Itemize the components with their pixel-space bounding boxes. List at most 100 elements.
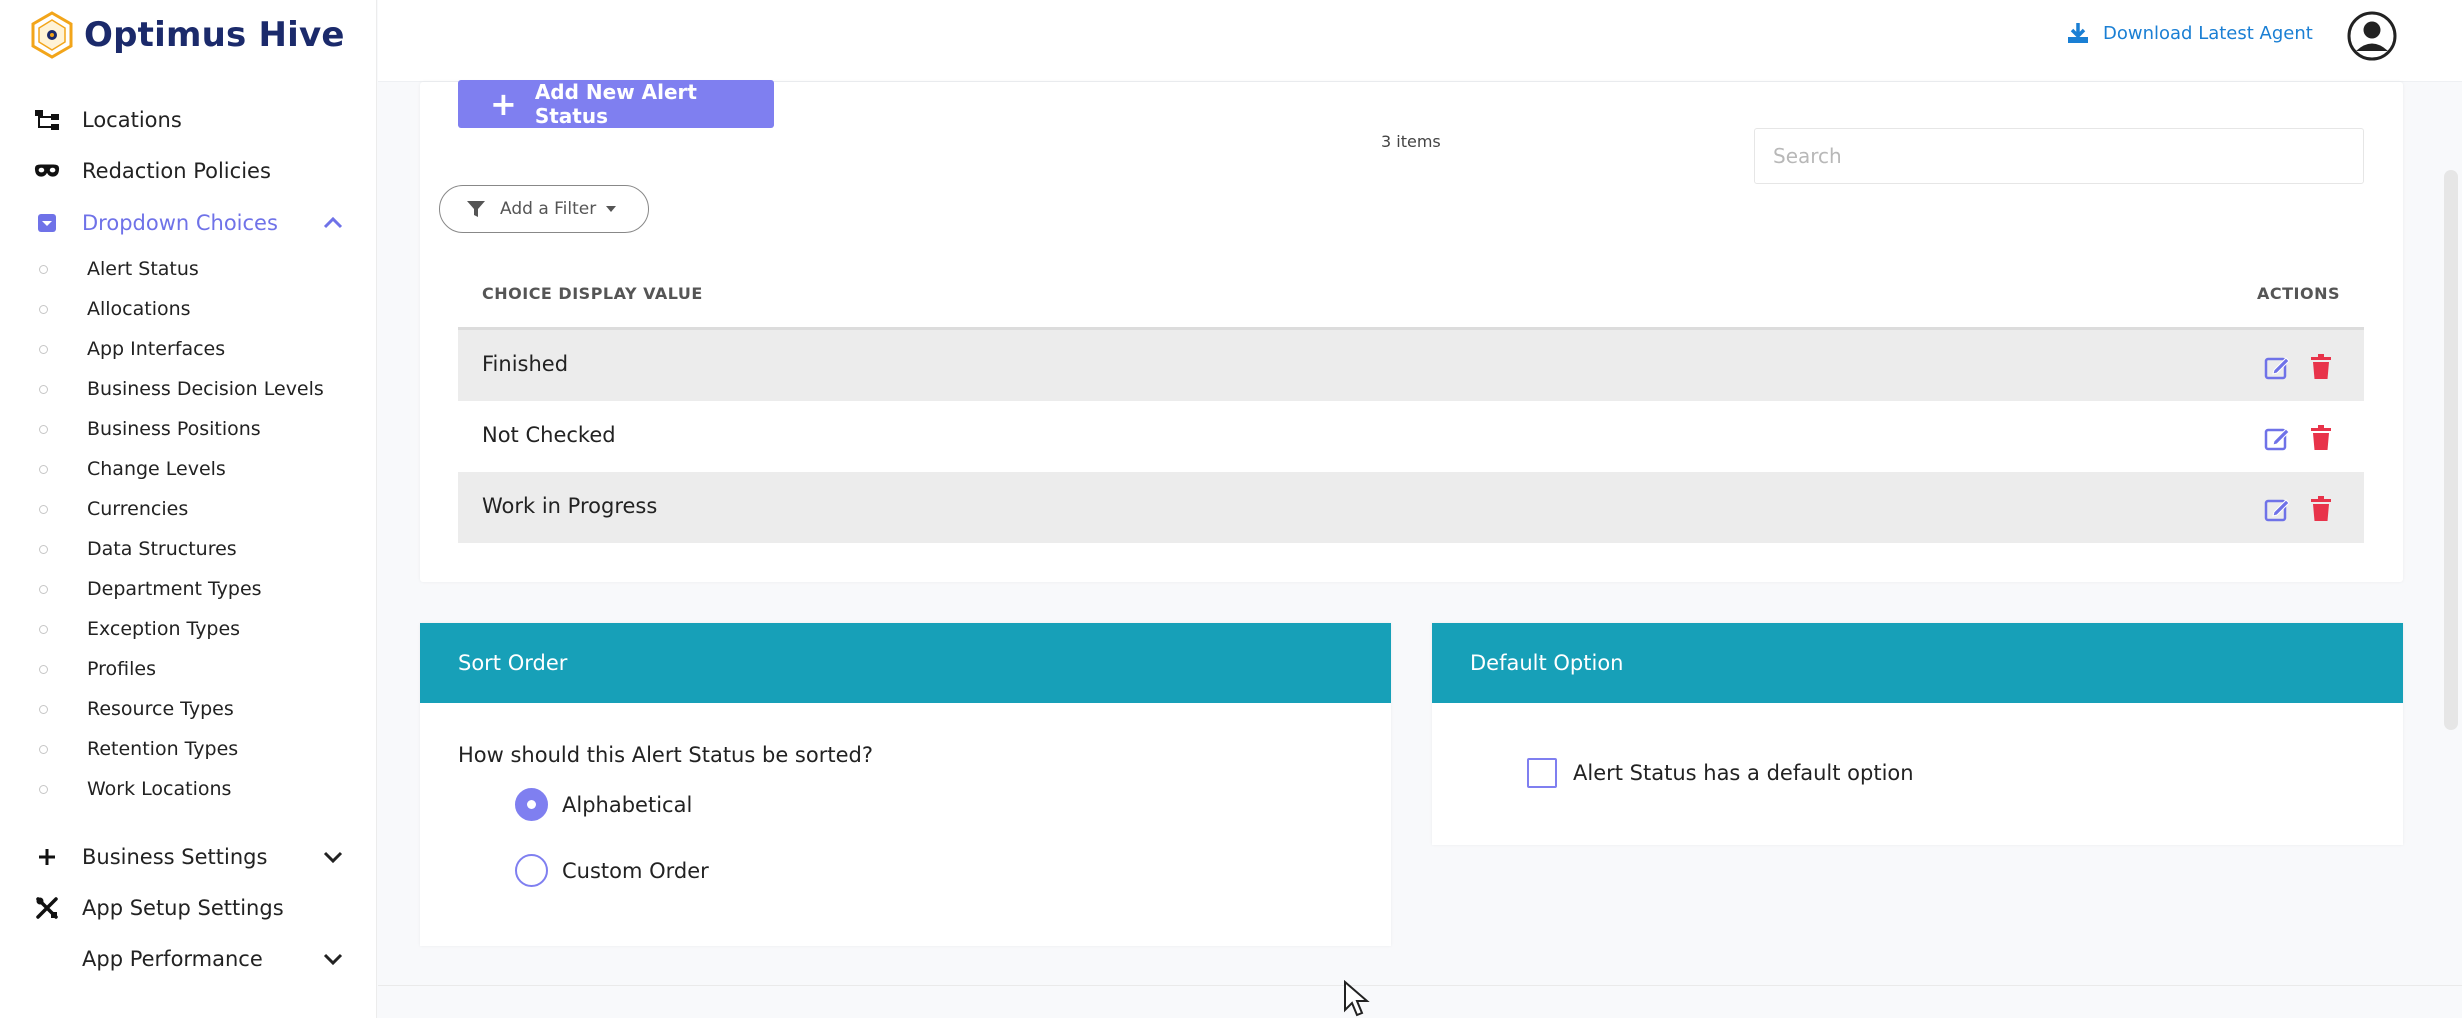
sidebar-subitem-resource-types[interactable]: Resource Types bbox=[0, 691, 377, 727]
sidebar-subitem-label: Allocations bbox=[87, 298, 191, 320]
user-avatar-icon[interactable] bbox=[2346, 10, 2398, 62]
sidebar-item-app-setup-settings[interactable]: App Setup Settings bbox=[0, 888, 377, 928]
caret-down-icon bbox=[606, 206, 617, 212]
sidebar-subitem-label: Work Locations bbox=[87, 778, 232, 800]
sidebar: Optimus Hive Locations Redaction Policie… bbox=[0, 0, 377, 1018]
sidebar-subitem-label: Data Structures bbox=[87, 538, 237, 560]
sort-question: How should this Alert Status be sorted? bbox=[458, 743, 873, 767]
sidebar-subitem-profiles[interactable]: Profiles bbox=[0, 651, 377, 687]
column-header-actions: ACTIONS bbox=[2256, 284, 2340, 303]
sidebar-item-locations[interactable]: Locations bbox=[0, 100, 377, 140]
hive-logo-icon bbox=[31, 11, 73, 59]
sidebar-subitem-label: Retention Types bbox=[87, 738, 239, 760]
sidebar-subitem-currencies[interactable]: Currencies bbox=[0, 491, 377, 527]
bullet-icon bbox=[39, 705, 48, 714]
mouse-cursor-icon bbox=[1344, 980, 1370, 1017]
sidebar-subitem-label: Business Decision Levels bbox=[87, 378, 324, 400]
sidebar-subitem-data-structures[interactable]: Data Structures bbox=[0, 531, 377, 567]
sidebar-subitem-app-interfaces[interactable]: App Interfaces bbox=[0, 331, 377, 367]
footer-divider bbox=[378, 985, 2462, 986]
sidebar-subitem-label: Department Types bbox=[87, 578, 262, 600]
sidebar-item-redaction-policies[interactable]: Redaction Policies bbox=[0, 151, 377, 191]
sort-order-panel: Sort Order How should this Alert Status … bbox=[420, 623, 1391, 946]
plus-icon bbox=[34, 845, 60, 869]
sidebar-subitem-retention-types[interactable]: Retention Types bbox=[0, 731, 377, 767]
bullet-icon bbox=[39, 385, 48, 394]
sort-order-title: Sort Order bbox=[420, 623, 1391, 703]
column-header-choice-display-value[interactable]: CHOICE DISPLAY VALUE bbox=[482, 284, 703, 303]
edit-icon[interactable] bbox=[2264, 425, 2290, 451]
radio-button-selected[interactable] bbox=[515, 788, 548, 821]
edit-icon[interactable] bbox=[2264, 354, 2290, 380]
top-header: Download Latest Agent bbox=[378, 0, 2462, 82]
brand-name: Optimus Hive bbox=[84, 15, 345, 55]
bullet-icon bbox=[39, 305, 48, 314]
sidebar-subitem-label: Change Levels bbox=[87, 458, 226, 480]
choice-display-value: Finished bbox=[482, 352, 569, 376]
table-row: Finished bbox=[458, 330, 2364, 401]
bullet-icon bbox=[39, 345, 48, 354]
sidebar-item-dropdown-choices[interactable]: Dropdown Choices bbox=[0, 203, 377, 243]
tools-icon bbox=[34, 896, 60, 920]
sidebar-item-label: Business Settings bbox=[82, 845, 268, 869]
sidebar-subitem-label: Currencies bbox=[87, 498, 189, 520]
scrollbar[interactable] bbox=[2444, 170, 2458, 730]
mask-icon bbox=[34, 159, 60, 183]
plus-icon: + bbox=[490, 85, 517, 123]
add-new-alert-status-button[interactable]: + Add New Alert Status bbox=[458, 80, 774, 128]
default-option-checkbox[interactable] bbox=[1527, 758, 1557, 788]
default-option-title: Default Option bbox=[1432, 623, 2403, 703]
sidebar-subitem-alert-status[interactable]: Alert Status bbox=[0, 251, 377, 287]
sidebar-item-label: Locations bbox=[82, 108, 182, 132]
sidebar-subitem-exception-types[interactable]: Exception Types bbox=[0, 611, 377, 647]
bullet-icon bbox=[39, 465, 48, 474]
radio-button[interactable] bbox=[515, 854, 548, 887]
sidebar-item-label: Redaction Policies bbox=[82, 159, 271, 183]
sidebar-subitem-allocations[interactable]: Allocations bbox=[0, 291, 377, 327]
sidebar-subitem-business-decision-levels[interactable]: Business Decision Levels bbox=[0, 371, 377, 407]
download-agent-link[interactable]: Download Latest Agent bbox=[2067, 22, 2313, 44]
chevron-up-icon[interactable] bbox=[322, 213, 344, 233]
sidebar-subitem-label: Resource Types bbox=[87, 698, 234, 720]
choice-display-value: Work in Progress bbox=[482, 494, 658, 518]
bullet-icon bbox=[39, 585, 48, 594]
sidebar-item-app-performance[interactable]: App Performance bbox=[0, 939, 377, 979]
choice-display-value: Not Checked bbox=[482, 423, 616, 447]
chevron-down-icon[interactable] bbox=[322, 949, 344, 969]
sidebar-subitem-label: App Interfaces bbox=[87, 338, 226, 360]
chevron-down-icon[interactable] bbox=[322, 847, 344, 867]
edit-icon[interactable] bbox=[2264, 496, 2290, 522]
sidebar-subitem-department-types[interactable]: Department Types bbox=[0, 571, 377, 607]
bullet-icon bbox=[39, 545, 48, 554]
bullet-icon bbox=[39, 785, 48, 794]
radio-custom-order[interactable]: Custom Order bbox=[515, 854, 709, 887]
sidebar-subitem-label: Exception Types bbox=[87, 618, 241, 640]
trash-icon[interactable] bbox=[2310, 496, 2332, 522]
sidebar-subitem-change-levels[interactable]: Change Levels bbox=[0, 451, 377, 487]
default-option-panel: Default Option Alert Status has a defaul… bbox=[1432, 623, 2403, 845]
sidebar-subitem-label: Profiles bbox=[87, 658, 156, 680]
sidebar-item-business-settings[interactable]: Business Settings bbox=[0, 837, 377, 877]
brand[interactable]: Optimus Hive bbox=[30, 10, 345, 60]
search-input[interactable] bbox=[1754, 128, 2364, 184]
checkbox-label: Alert Status has a default option bbox=[1573, 761, 1914, 785]
bullet-icon bbox=[39, 665, 48, 674]
add-filter-button[interactable]: Add a Filter bbox=[439, 185, 649, 233]
dropdown-square-icon bbox=[34, 211, 60, 235]
default-option-checkbox-row[interactable]: Alert Status has a default option bbox=[1527, 758, 1914, 788]
sidebar-subitem-work-locations[interactable]: Work Locations bbox=[0, 771, 377, 807]
sidebar-subitem-label: Business Positions bbox=[87, 418, 261, 440]
table-header: CHOICE DISPLAY VALUE ACTIONS bbox=[458, 270, 2364, 330]
trash-icon[interactable] bbox=[2310, 354, 2332, 380]
filter-icon bbox=[467, 201, 485, 217]
add-filter-label: Add a Filter bbox=[500, 199, 597, 219]
radio-alphabetical[interactable]: Alphabetical bbox=[515, 788, 692, 821]
bullet-icon bbox=[39, 625, 48, 634]
sidebar-subitem-business-positions[interactable]: Business Positions bbox=[0, 411, 377, 447]
radio-label: Custom Order bbox=[562, 858, 709, 883]
trash-icon[interactable] bbox=[2310, 425, 2332, 451]
table-row: Work in Progress bbox=[458, 472, 2364, 543]
radio-label: Alphabetical bbox=[562, 792, 693, 817]
sidebar-subitem-label: Alert Status bbox=[87, 258, 199, 280]
sidebar-item-label: Dropdown Choices bbox=[82, 211, 278, 235]
